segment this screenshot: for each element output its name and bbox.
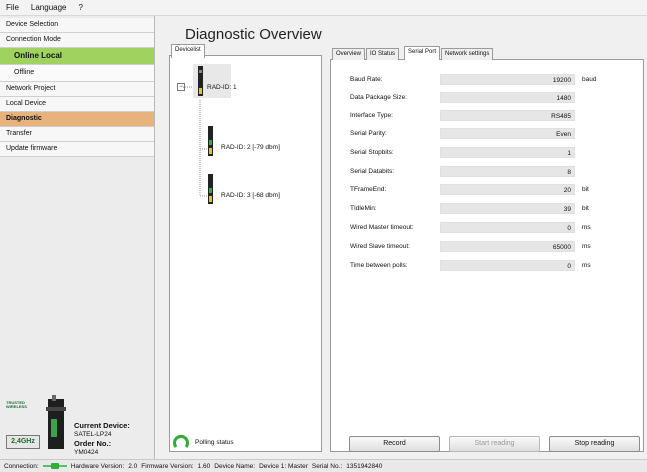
time-between-polls-unit: ms: [582, 262, 591, 269]
interface-type-label: Interface Type:: [350, 112, 393, 119]
device-name-label: Device Name:: [214, 462, 256, 470]
page-title: Diagnostic Overview: [185, 26, 322, 43]
menu-help[interactable]: ?: [78, 3, 82, 12]
order-no-value: YM0424: [74, 449, 99, 456]
sidebar-item-network-project[interactable]: Network Project: [0, 82, 154, 97]
tree-node-rad-id-3[interactable]: RAD-ID: 3 [-68 dbm]: [221, 192, 280, 199]
main-area: Diagnostic Overview Devicelist − RAD-ID:…: [155, 16, 647, 459]
trusted-wireless-logo: TRUSTED WIRELESS: [6, 400, 27, 409]
tab-serial-port[interactable]: Serial Port: [404, 46, 441, 60]
polling-status-label: Polling status: [195, 439, 234, 446]
sidebar-item-connection-mode[interactable]: Connection Mode: [0, 33, 154, 48]
wired-slave-timeout-value: 65000: [440, 241, 575, 252]
serial-stopbits-value: 1: [440, 147, 575, 158]
hardware-version-label: Hardware Version:: [70, 462, 125, 470]
wired-master-timeout-unit: ms: [582, 224, 591, 231]
serial-databits-label: Serial Databits:: [350, 168, 395, 175]
menu-language[interactable]: Language: [31, 3, 67, 12]
menu-bar: File Language ?: [0, 0, 647, 16]
current-device-label: Current Device:: [74, 421, 130, 430]
current-device-panel: TRUSTED WIRELESS 2,4GHz Current Device: …: [4, 391, 150, 461]
radio-device-icon: [207, 174, 214, 204]
data-package-size-label: Data Package Size:: [350, 94, 408, 101]
radio-device-icon: [207, 126, 214, 156]
serial-parity-label: Serial Parity:: [350, 130, 387, 137]
baud-rate-label: Baud Rate:: [350, 76, 383, 83]
baud-rate-value: 19200: [440, 74, 575, 85]
sidebar-item-device-selection[interactable]: Device Selection: [0, 18, 154, 33]
wired-master-timeout-value: 0: [440, 222, 575, 233]
connection-plug-icon: [42, 462, 67, 470]
serial-no-label: Serial No.:: [311, 462, 343, 470]
sidebar-item-transfer[interactable]: Transfer: [0, 127, 154, 142]
data-package-size-value: 1480: [440, 92, 575, 103]
menu-file[interactable]: File: [6, 3, 19, 12]
serial-no-value: 1351942840: [346, 462, 383, 470]
device-tree: − RAD-ID: 1 RAD-ID: 2 [-79 dbm] RAD-ID: …: [169, 56, 320, 256]
serial-parity-value: Even: [440, 128, 575, 139]
sidebar-item-update-firmware[interactable]: Update firmware: [0, 142, 154, 157]
status-bar: Connection: Hardware Version: 2.0 Firmwa…: [0, 459, 647, 472]
serial-stopbits-label: Serial Stopbits:: [350, 149, 394, 156]
tree-node-rad-id-2[interactable]: RAD-ID: 2 [-79 dbm]: [221, 144, 280, 151]
tab-network-settings[interactable]: Network settings: [441, 48, 494, 60]
tab-io-status[interactable]: IO Status: [366, 48, 400, 60]
tab-overview[interactable]: Overview: [332, 48, 366, 60]
sidebar-item-online-local[interactable]: Online Local: [0, 48, 154, 65]
polling-status-icon: [173, 434, 189, 450]
wired-slave-timeout-unit: ms: [582, 243, 591, 250]
device-name-value: Device 1: Master: [259, 462, 308, 470]
baud-rate-unit: baud: [582, 76, 597, 83]
order-no-label: Order No.:: [74, 439, 112, 448]
tframeend-unit: bit: [582, 186, 589, 193]
sidebar-nav: Device Selection Connection Mode Online …: [0, 18, 154, 157]
sidebar-item-diagnostic[interactable]: Diagnostic: [0, 112, 154, 127]
sidebar: Device Selection Connection Mode Online …: [0, 16, 155, 459]
interface-type-value: RS485: [440, 110, 575, 121]
start-reading-button[interactable]: Start reading: [449, 436, 540, 452]
tframeend-value: 20: [440, 184, 575, 195]
wired-slave-timeout-label: Wired Slave timeout:: [350, 243, 410, 250]
firmware-version-label: Firmware Version:: [141, 462, 194, 470]
current-device-value: SATEL-LP24: [74, 431, 112, 438]
time-between-polls-label: Time between polls:: [350, 262, 408, 269]
tidlemin-label: TIdleMin:: [350, 205, 377, 212]
tidlemin-value: 39: [440, 203, 575, 214]
sidebar-item-local-device[interactable]: Local Device: [0, 97, 154, 112]
firmware-version-value: 1.60: [197, 462, 211, 470]
tframeend-label: TFrameEnd:: [350, 186, 387, 193]
wired-master-timeout-label: Wired Master timeout:: [350, 224, 414, 231]
tidlemin-unit: bit: [582, 205, 589, 212]
serial-databits-value: 8: [440, 166, 575, 177]
device-image: [42, 393, 70, 451]
serial-port-fields: Baud Rate: 19200 baud Data Package Size:…: [340, 73, 640, 303]
sidebar-item-offline[interactable]: Offline: [0, 65, 154, 82]
stop-reading-button[interactable]: Stop reading: [549, 436, 640, 452]
time-between-polls-value: 0: [440, 260, 575, 271]
record-button[interactable]: Record: [349, 436, 440, 452]
connection-label: Connection:: [4, 462, 39, 470]
freq-badge: 2,4GHz: [6, 435, 40, 449]
hardware-version-value: 2.0: [128, 462, 138, 470]
